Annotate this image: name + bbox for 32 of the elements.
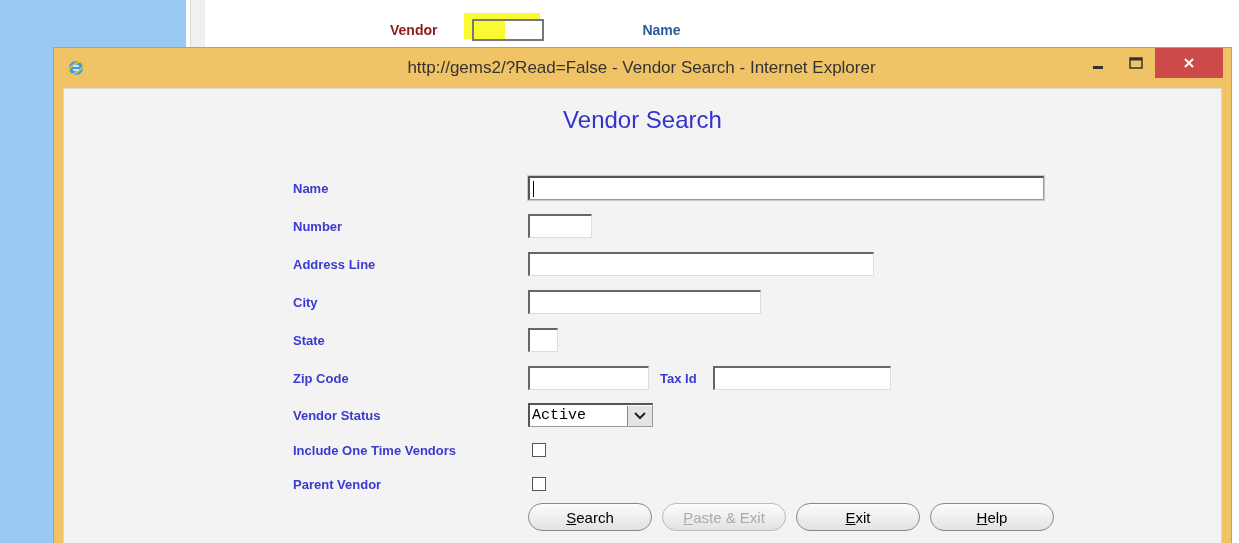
field-label: Number bbox=[293, 217, 344, 236]
page-heading: Vendor Search bbox=[562, 105, 723, 135]
field-label: State bbox=[293, 331, 326, 350]
vendor-label: Vendor bbox=[390, 22, 438, 38]
window-title: http://gems2/?Read=False - Vendor Search - Internet Explorer bbox=[406, 58, 877, 78]
chevron-down-icon bbox=[634, 411, 646, 420]
close-icon bbox=[1183, 57, 1195, 69]
form-button[interactable]: Exit bbox=[796, 503, 920, 531]
text-field[interactable] bbox=[528, 290, 761, 314]
text-field[interactable] bbox=[528, 252, 874, 276]
field-label: Address Line bbox=[293, 255, 377, 274]
text-field[interactable] bbox=[528, 328, 558, 352]
maximize-icon bbox=[1129, 57, 1143, 69]
field-label: Vendor Status bbox=[293, 406, 382, 425]
minimize-icon bbox=[1093, 65, 1103, 69]
form-button[interactable]: Help bbox=[930, 503, 1054, 531]
checkbox[interactable] bbox=[532, 477, 546, 491]
field-label: Include One Time Vendors bbox=[293, 441, 458, 460]
text-field[interactable] bbox=[712, 366, 891, 390]
field-label: Name bbox=[293, 179, 330, 198]
form-button[interactable]: Search bbox=[528, 503, 652, 531]
field-label: Parent Vendor bbox=[293, 475, 383, 494]
field-label: City bbox=[293, 293, 319, 312]
checkbox[interactable] bbox=[532, 443, 546, 457]
text-field[interactable] bbox=[528, 214, 592, 238]
status-dropdown[interactable]: Active bbox=[528, 403, 653, 427]
text-field[interactable] bbox=[528, 176, 1044, 200]
name-label: Name bbox=[642, 22, 681, 38]
browser-logo-icon bbox=[66, 58, 86, 78]
text-field[interactable] bbox=[528, 366, 649, 390]
field-label: Tax Id bbox=[660, 370, 697, 386]
field-label: Zip Code bbox=[293, 369, 350, 388]
